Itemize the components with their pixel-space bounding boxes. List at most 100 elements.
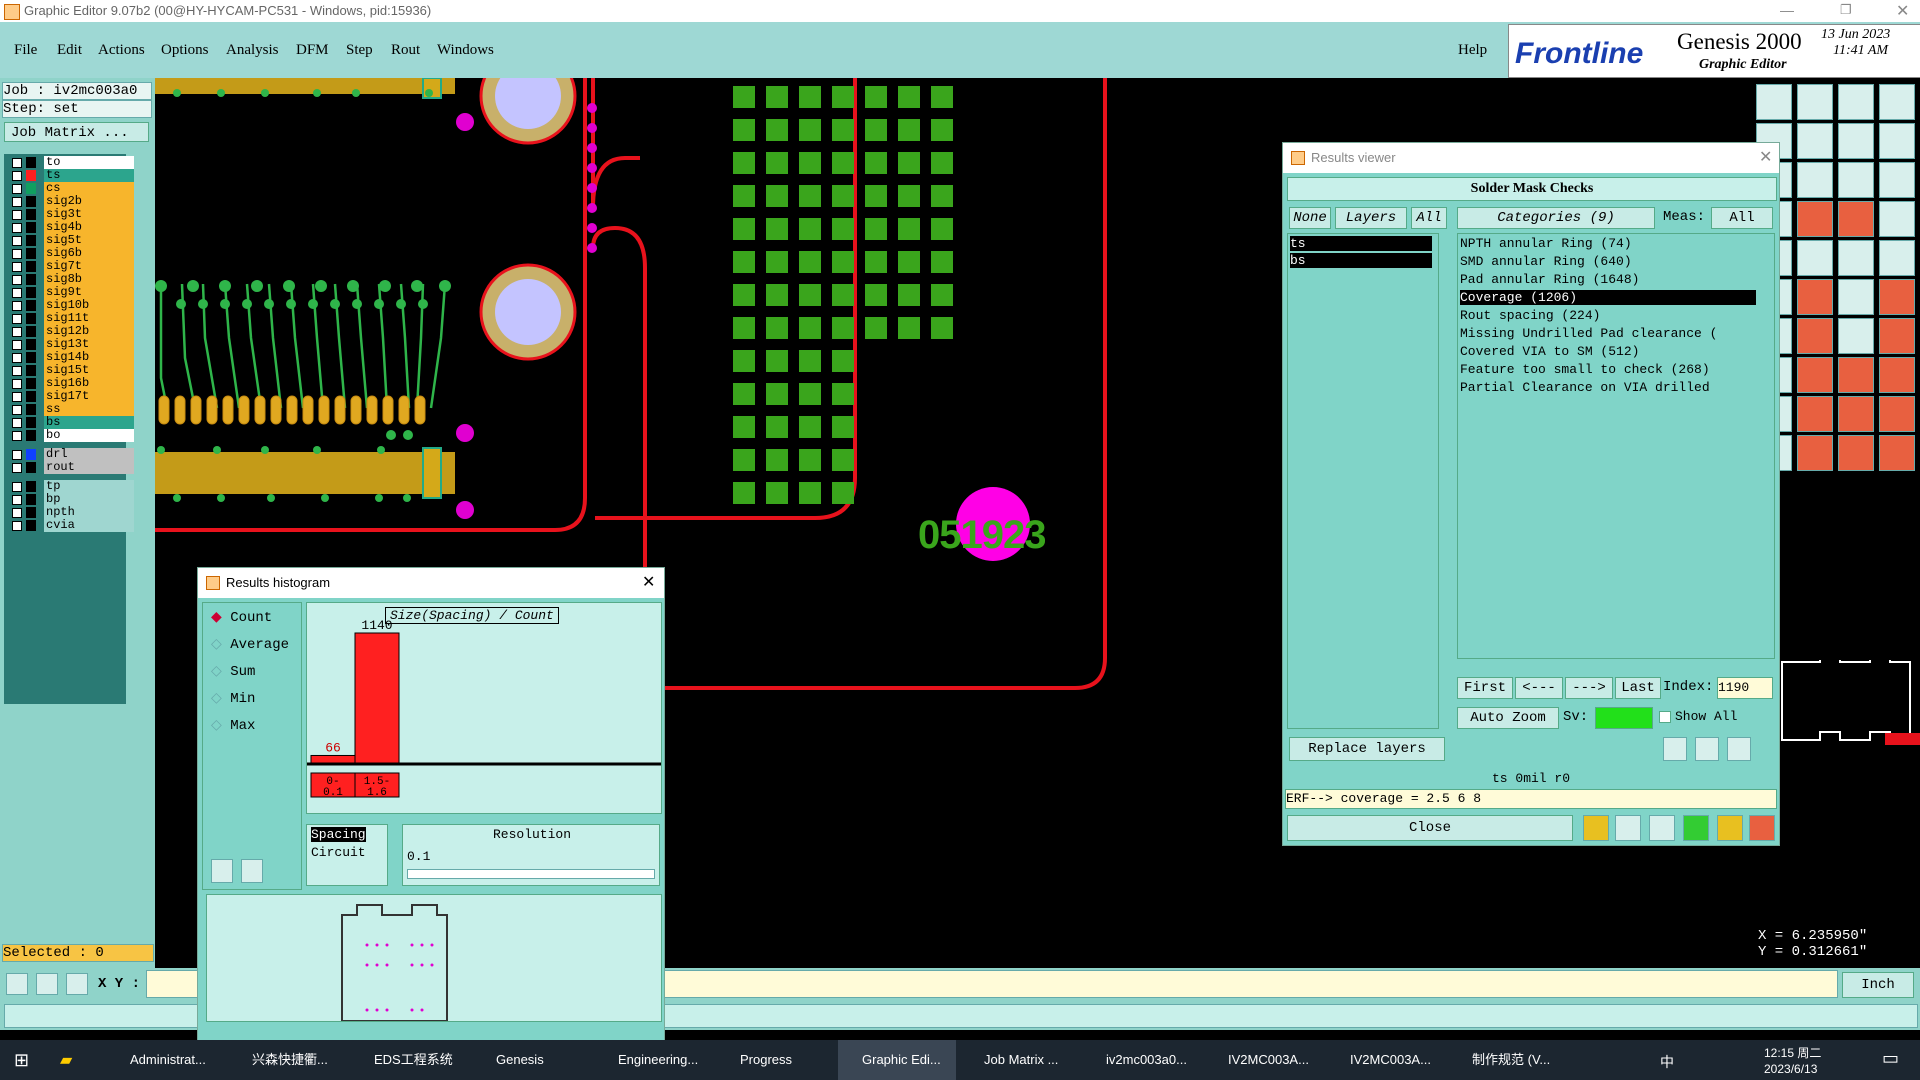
prev-button[interactable]: <--- bbox=[1515, 677, 1563, 699]
import-icon[interactable] bbox=[1797, 84, 1833, 120]
taskbar-item[interactable]: 制作规范 (V... bbox=[1448, 1040, 1566, 1080]
magnet-icon[interactable] bbox=[1879, 435, 1915, 471]
taskbar-item[interactable]: IV2MC003A... bbox=[1326, 1040, 1444, 1080]
show-all-checkbox[interactable] bbox=[1659, 711, 1671, 723]
layer-row-ss[interactable]: ss bbox=[12, 403, 134, 416]
triangle-icon[interactable] bbox=[1797, 396, 1833, 432]
taskbar-item[interactable]: IV2MC003A... bbox=[1204, 1040, 1322, 1080]
category-item[interactable]: Coverage (1206) bbox=[1460, 290, 1756, 305]
layer-checkbox[interactable] bbox=[12, 366, 22, 376]
mode-max[interactable]: ◇ Max bbox=[211, 717, 255, 734]
category-item[interactable]: Partial Clearance on VIA drilled bbox=[1460, 380, 1756, 395]
menu-help[interactable]: Help bbox=[1458, 42, 1487, 59]
viewer-undo-icon[interactable] bbox=[1727, 737, 1751, 761]
menu-analysis[interactable]: Analysis bbox=[226, 42, 279, 59]
meas-select[interactable]: All bbox=[1711, 207, 1773, 229]
category-item[interactable]: Missing Undrilled Pad clearance ( bbox=[1460, 326, 1756, 341]
menu-step[interactable]: Step bbox=[346, 42, 373, 59]
layer-checkbox[interactable] bbox=[12, 327, 22, 337]
cursor-icon[interactable] bbox=[1797, 435, 1833, 471]
resolution-slider[interactable] bbox=[407, 869, 655, 879]
refresh-icon[interactable] bbox=[241, 859, 263, 883]
menu-file[interactable]: File bbox=[14, 42, 37, 59]
taskbar-item[interactable]: Job Matrix ... bbox=[960, 1040, 1078, 1080]
layer-checkbox[interactable] bbox=[12, 223, 22, 233]
split-icon[interactable] bbox=[1879, 123, 1915, 159]
layer-checkbox[interactable] bbox=[12, 314, 22, 324]
line-icon[interactable] bbox=[1797, 318, 1833, 354]
layer-checkbox[interactable] bbox=[12, 210, 22, 220]
circuit-list[interactable]: Spacing Circuit bbox=[306, 824, 388, 886]
menu-windows[interactable]: Windows bbox=[437, 42, 494, 59]
layer-checkbox[interactable] bbox=[12, 405, 22, 415]
category-item[interactable]: SMD annular Ring (640) bbox=[1460, 254, 1756, 269]
mirror-icon[interactable] bbox=[1838, 123, 1874, 159]
result-layer-bs[interactable]: bs bbox=[1290, 253, 1432, 268]
mode-sum[interactable]: ◇ Sum bbox=[211, 663, 255, 680]
file-explorer-icon[interactable]: ▰ bbox=[60, 1050, 72, 1070]
job-matrix-button[interactable]: Job Matrix ... bbox=[4, 122, 149, 142]
layer-row-rout[interactable]: rout bbox=[12, 461, 134, 474]
result-layer-ts[interactable]: ts bbox=[1290, 236, 1432, 251]
cluster-icon[interactable] bbox=[1838, 357, 1874, 393]
cross-icon[interactable] bbox=[1797, 279, 1833, 315]
auto-zoom-select[interactable]: Auto Zoom bbox=[1457, 707, 1559, 729]
grid-icon[interactable] bbox=[1797, 201, 1833, 237]
circle-icon[interactable] bbox=[1879, 240, 1915, 276]
layer-checkbox[interactable] bbox=[12, 275, 22, 285]
taskbar-item[interactable]: 兴森快捷衢... bbox=[228, 1040, 346, 1080]
move-icon[interactable] bbox=[1797, 123, 1833, 159]
minimize-icon[interactable]: — bbox=[1780, 2, 1794, 18]
category-item[interactable]: Feature too small to check (268) bbox=[1460, 362, 1756, 377]
menu-actions[interactable]: Actions bbox=[98, 42, 145, 59]
histogram-close-icon[interactable]: ✕ bbox=[642, 572, 655, 592]
layer-checkbox[interactable] bbox=[12, 262, 22, 272]
layer-checkbox[interactable] bbox=[12, 482, 22, 492]
viewer-delete-icon[interactable] bbox=[1663, 737, 1687, 761]
pan-icon[interactable] bbox=[1797, 162, 1833, 198]
taskbar-item[interactable]: Administrat... bbox=[106, 1040, 224, 1080]
categories-list[interactable]: NPTH annular Ring (74) SMD annular Ring (… bbox=[1457, 233, 1775, 659]
grid-tool-icon[interactable] bbox=[66, 973, 88, 995]
layer-checkbox[interactable] bbox=[12, 158, 22, 168]
taskbar-item[interactable]: Progress bbox=[716, 1040, 834, 1080]
report-icon[interactable] bbox=[1615, 815, 1641, 841]
none-button[interactable]: None bbox=[1289, 207, 1331, 229]
layer-checkbox[interactable] bbox=[12, 340, 22, 350]
viewer-close-icon[interactable]: ✕ bbox=[1759, 147, 1772, 167]
notes-icon[interactable] bbox=[1717, 815, 1743, 841]
taskbar-time[interactable]: 12:15 周二 bbox=[1764, 1044, 1821, 1061]
layer-name[interactable]: rout bbox=[44, 461, 134, 474]
first-button[interactable]: First bbox=[1457, 677, 1513, 699]
menu-edit[interactable]: Edit bbox=[57, 42, 82, 59]
taskbar-item[interactable]: Engineering... bbox=[594, 1040, 712, 1080]
last-button[interactable]: Last bbox=[1615, 677, 1661, 699]
histogram-bar[interactable] bbox=[310, 754, 356, 764]
hand-icon[interactable] bbox=[1838, 435, 1874, 471]
filter-icon[interactable] bbox=[1649, 815, 1675, 841]
category-item[interactable]: Pad annular Ring (1648) bbox=[1460, 272, 1756, 287]
layer-checkbox[interactable] bbox=[12, 379, 22, 389]
mode-count[interactable]: ◆ Count bbox=[211, 609, 272, 626]
taskbar-item[interactable]: Graphic Edi... bbox=[838, 1040, 956, 1080]
export-icon[interactable] bbox=[1756, 84, 1792, 120]
window-icon[interactable] bbox=[1879, 84, 1915, 120]
layer-checkbox[interactable] bbox=[12, 236, 22, 246]
layer-name[interactable]: cvia bbox=[44, 519, 134, 532]
curve-icon[interactable] bbox=[1838, 318, 1874, 354]
taskbar-date[interactable]: 2023/6/13 bbox=[1764, 1062, 1817, 1076]
category-item[interactable]: NPTH annular Ring (74) bbox=[1460, 236, 1756, 251]
layer-results-list[interactable]: ts bs bbox=[1287, 233, 1439, 729]
mode-min[interactable]: ◇ Min bbox=[211, 690, 255, 707]
delete-icon[interactable] bbox=[211, 859, 233, 883]
layer-checkbox[interactable] bbox=[12, 392, 22, 402]
taskbar-item[interactable]: Genesis bbox=[472, 1040, 590, 1080]
help-icon[interactable] bbox=[1879, 162, 1915, 198]
layer-row-bs[interactable]: bs bbox=[12, 416, 134, 429]
layer-row-tp[interactable]: tp bbox=[12, 480, 134, 493]
histogram-icon[interactable] bbox=[1583, 815, 1609, 841]
snap-icon[interactable] bbox=[1838, 201, 1874, 237]
measure-tool-icon[interactable] bbox=[36, 973, 58, 995]
group-icon[interactable] bbox=[1879, 357, 1915, 393]
layer-checkbox[interactable] bbox=[12, 431, 22, 441]
